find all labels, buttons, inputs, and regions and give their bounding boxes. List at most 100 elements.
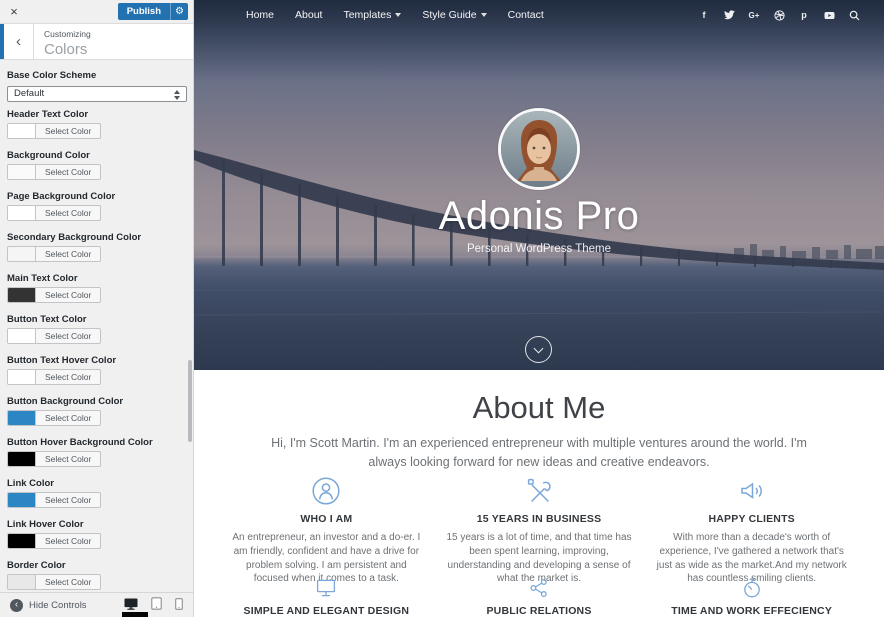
panel-title: Colors — [44, 41, 88, 58]
feature-title: PUBLIC RELATIONS — [486, 605, 592, 617]
color-swatch — [8, 534, 36, 548]
color-control: Link Hover Color Select Color — [7, 519, 186, 553]
hide-controls-label: Hide Controls — [29, 599, 87, 611]
desktop-icon — [124, 598, 138, 610]
color-control: Background Color Select Color — [7, 150, 186, 184]
select-color-label: Select Color — [45, 536, 92, 546]
select-color-button[interactable]: Select Color — [7, 533, 102, 549]
device-desktop-button[interactable] — [124, 598, 138, 613]
feature-who-i-am: WHO I AM An entrepreneur, an investor an… — [228, 476, 425, 586]
facebook-icon[interactable]: f — [698, 9, 710, 21]
color-control-label: Link Hover Color — [7, 519, 84, 530]
nav-label: Contact — [507, 9, 544, 21]
about-intro: Hi, I'm Scott Martin. I'm an experienced… — [271, 436, 807, 469]
select-color-button[interactable]: Select Color — [7, 451, 102, 467]
select-color-label: Select Color — [45, 454, 92, 464]
select-color-button[interactable]: Select Color — [7, 410, 102, 426]
publish-settings-gear-icon[interactable]: ⚙ — [170, 3, 188, 20]
color-swatch — [8, 288, 36, 302]
hide-controls-button[interactable]: ‹ Hide Controls — [10, 598, 87, 612]
features-row-1: WHO I AM An entrepreneur, an investor an… — [228, 476, 850, 586]
base-color-scheme-label: Base Color Scheme — [7, 70, 97, 81]
site-title: Adonis Pro — [438, 194, 640, 238]
select-color-label: Select Color — [45, 249, 92, 259]
color-control: Link Color Select Color — [7, 478, 186, 512]
nav-item-home[interactable]: Home — [246, 9, 274, 21]
select-color-button[interactable]: Select Color — [7, 492, 102, 508]
nav-item-templates[interactable]: Templates — [343, 9, 402, 21]
select-color-button[interactable]: Select Color — [7, 246, 102, 262]
chevron-down-icon — [533, 343, 544, 354]
color-control: Header Text Color Select Color — [7, 109, 186, 143]
color-swatch — [8, 165, 36, 179]
youtube-icon[interactable] — [823, 9, 835, 21]
color-control-label: Border Color — [7, 560, 66, 571]
nav-item-about[interactable]: About — [295, 9, 322, 21]
sidebar-scrollbar-thumb[interactable] — [188, 360, 192, 442]
tablet-icon — [151, 597, 162, 610]
select-color-button[interactable]: Select Color — [7, 123, 102, 139]
feature-title: WHO I AM — [300, 513, 353, 525]
controls-panel: Base Color Scheme Default Header Text Co… — [0, 60, 193, 617]
color-control: Button Hover Background Color Select Col… — [7, 437, 186, 471]
feature-public-relations: PUBLIC RELATIONS — [441, 576, 638, 617]
select-color-label: Select Color — [45, 126, 92, 136]
device-mobile-button[interactable] — [175, 597, 183, 613]
social-icons-bar: f G+ p — [698, 0, 860, 30]
color-swatch — [8, 411, 36, 425]
feature-title: SIMPLE AND ELEGANT DESIGN — [243, 605, 410, 617]
color-swatch — [8, 370, 36, 384]
color-swatch — [8, 247, 36, 261]
nav-label: Templates — [343, 9, 392, 21]
features-row-2: SIMPLE AND ELEGANT DESIGN PUBLIC RELATIO… — [228, 576, 850, 617]
hero-section: Home About Templates Style Guide Contact… — [194, 0, 884, 370]
nav-item-contact[interactable]: Contact — [508, 9, 544, 21]
feature-title: HAPPY CLIENTS — [708, 513, 795, 525]
customizer-sidebar: × Publish ⚙ ‹ Customizing Colors Base Co… — [0, 0, 194, 617]
color-swatch — [8, 124, 36, 138]
feature-title: TIME AND WORK EFFECIENCY — [671, 605, 833, 617]
base-color-scheme-select[interactable]: Default — [7, 86, 187, 102]
feature-work-efficiency: TIME AND WORK EFFECIENCY — [653, 576, 850, 617]
twitter-icon[interactable] — [723, 9, 735, 21]
feature-years-in-business: 15 YEARS IN BUSINESS 15 years is a lot o… — [441, 476, 638, 586]
select-color-button[interactable]: Select Color — [7, 287, 102, 303]
megaphone-icon — [653, 476, 850, 506]
color-control-label: Button Text Color — [7, 314, 87, 325]
select-color-button[interactable]: Select Color — [7, 574, 102, 590]
section-header: ‹ Customizing Colors — [0, 23, 193, 60]
color-control-label: Background Color — [7, 150, 90, 161]
color-control-label: Secondary Background Color — [7, 232, 142, 243]
nav-label: Home — [246, 9, 275, 21]
color-control-label: Button Text Hover Color — [7, 355, 117, 366]
nav-item-style-guide[interactable]: Style Guide — [422, 9, 487, 21]
sidebar-footer: ‹ Hide Controls — [0, 592, 193, 617]
color-control: Button Text Color Select Color — [7, 314, 186, 348]
color-control-label: Link Color — [7, 478, 54, 489]
pinterest-icon[interactable]: p — [798, 9, 810, 21]
select-color-label: Select Color — [45, 372, 92, 382]
dribbble-icon[interactable] — [773, 9, 785, 21]
base-color-scheme-value: Default — [14, 88, 45, 99]
panel-titles: Customizing Colors — [34, 24, 101, 59]
back-button[interactable]: ‹ — [0, 24, 34, 59]
scroll-down-button[interactable] — [525, 336, 552, 363]
search-icon[interactable] — [848, 9, 860, 21]
publish-button[interactable]: Publish — [117, 3, 170, 20]
device-tablet-button[interactable] — [151, 597, 162, 613]
select-color-button[interactable]: Select Color — [7, 205, 102, 221]
select-color-button[interactable]: Select Color — [7, 164, 102, 180]
person-icon — [228, 476, 425, 506]
color-controls-list: Header Text Color Select Color Backgroun… — [7, 109, 186, 617]
customizer-window: × Publish ⚙ ‹ Customizing Colors Base Co… — [0, 0, 884, 617]
close-customizer-button[interactable]: × — [4, 2, 24, 22]
device-preview-buttons — [124, 597, 183, 613]
color-control: Border Color Select Color — [7, 560, 186, 594]
feature-title: 15 YEARS IN BUSINESS — [476, 513, 602, 525]
select-color-button[interactable]: Select Color — [7, 369, 102, 385]
select-color-button[interactable]: Select Color — [7, 328, 102, 344]
nav-label: Style Guide — [422, 9, 477, 21]
avatar — [498, 108, 580, 190]
color-swatch — [8, 206, 36, 220]
google-plus-icon[interactable]: G+ — [748, 9, 760, 21]
